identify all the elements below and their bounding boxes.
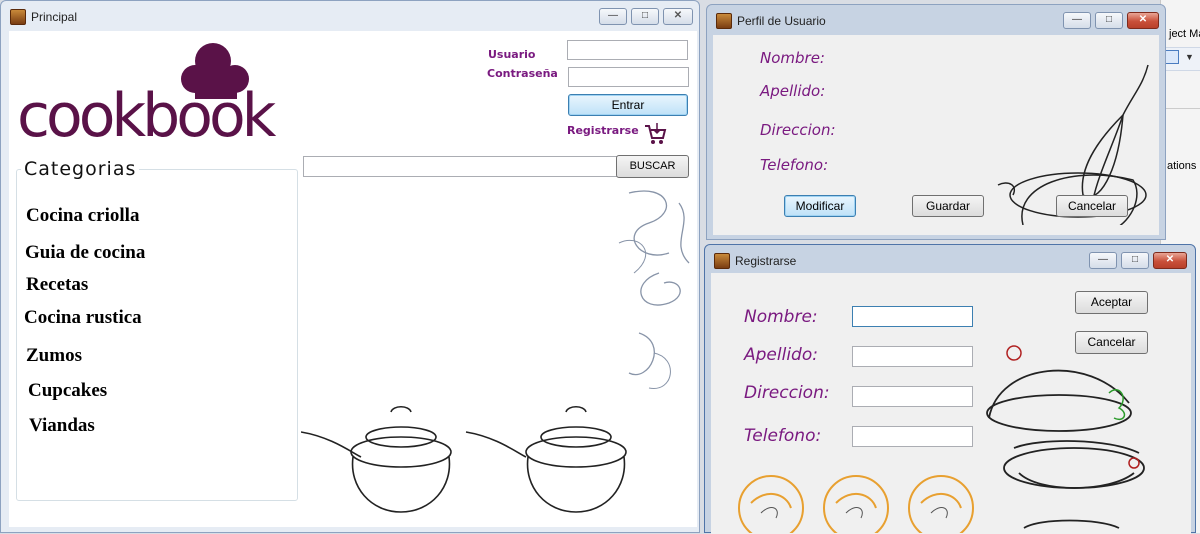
nombre-label: Nombre: (760, 49, 825, 67)
maximize-button[interactable]: □ (631, 8, 659, 25)
cancelar-button[interactable]: Cancelar (1056, 195, 1128, 217)
guardar-button[interactable]: Guardar (912, 195, 984, 217)
window-title: Perfil de Usuario (737, 14, 826, 28)
principal-window: Principal — □ ✕ cookbook Usuario Contras… (0, 0, 700, 533)
shopping-cart-icon[interactable] (642, 121, 668, 147)
aceptar-button[interactable]: Aceptar (1075, 291, 1148, 314)
category-item[interactable]: Recetas (26, 274, 88, 296)
close-button[interactable]: ✕ (1153, 252, 1187, 269)
minimize-button[interactable]: — (1089, 252, 1117, 269)
close-button[interactable]: ✕ (663, 8, 693, 25)
direccion-label: Direccion: (744, 383, 830, 403)
title-bar[interactable]: Perfil de Usuario — □ ✕ (707, 5, 1165, 35)
maximize-button[interactable]: □ (1095, 12, 1123, 29)
telefono-input[interactable] (852, 426, 973, 447)
citrus-illustration (738, 475, 974, 533)
modificar-button[interactable]: Modificar (784, 195, 856, 217)
categories-title: Categorias (21, 158, 140, 180)
close-button[interactable]: ✕ (1127, 12, 1159, 29)
app-icon (716, 13, 732, 29)
pan-illustration (986, 345, 1145, 529)
cookbook-logo: cookbook (17, 81, 276, 151)
minimize-button[interactable]: — (599, 8, 627, 25)
password-label: Contraseña (487, 67, 558, 80)
toolbar-icon (1165, 50, 1179, 64)
cooking-pots-illustration (301, 405, 627, 513)
divider (1161, 108, 1200, 109)
category-item[interactable]: Cupcakes (28, 380, 107, 402)
telefono-label: Telefono: (744, 426, 822, 446)
category-item[interactable]: Viandas (29, 415, 95, 437)
apellido-label: Apellido: (744, 345, 818, 365)
window-title: Registrarse (735, 254, 797, 268)
usuario-input[interactable] (567, 40, 688, 60)
category-item[interactable]: Zumos (26, 345, 82, 367)
direccion-label: Direccion: (760, 121, 836, 139)
apellido-label: Apellido: (760, 82, 826, 100)
direccion-input[interactable] (852, 386, 973, 407)
usuario-label: Usuario (488, 48, 536, 61)
perfil-window: Perfil de Usuario — □ ✕ Nombre: Apellido… (706, 4, 1166, 240)
maximize-button[interactable]: □ (1121, 252, 1149, 269)
nombre-label: Nombre: (744, 307, 818, 327)
registro-client-area: Nombre: Apellido: Direccion: Telefono: A… (711, 273, 1191, 534)
buscar-button[interactable]: BUSCAR (616, 155, 689, 178)
steam-illustration (618, 190, 690, 389)
telefono-label: Telefono: (760, 156, 829, 174)
registro-window: Registrarse — □ ✕ Nombre: Apellido: Dire… (704, 244, 1196, 534)
category-item[interactable]: Guia de cocina (25, 242, 145, 264)
category-item[interactable]: Cocina rustica (24, 307, 142, 329)
minimize-button[interactable]: — (1063, 12, 1091, 29)
app-icon (10, 9, 26, 25)
title-bar[interactable]: Registrarse — □ ✕ (705, 245, 1195, 275)
title-bar[interactable]: Principal — □ ✕ (1, 1, 699, 31)
search-input[interactable] (303, 156, 618, 177)
password-input[interactable] (568, 67, 689, 87)
background-app-menu-text: ject Ma (1169, 28, 1200, 40)
window-title: Principal (31, 10, 78, 24)
apellido-input[interactable] (852, 346, 973, 367)
dropdown-arrow-icon: ▼ (1185, 52, 1194, 62)
category-item[interactable]: Cocina criolla (26, 205, 139, 227)
background-app-list-text: ations (1167, 160, 1197, 172)
entrar-button[interactable]: Entrar (568, 94, 688, 116)
app-icon (714, 253, 730, 269)
nombre-input[interactable] (852, 306, 973, 327)
principal-client-area: cookbook Usuario Contraseña Entrar Regis… (9, 31, 697, 527)
registrarse-link[interactable]: Registrarse (567, 124, 639, 137)
perfil-client-area: Nombre: Apellido: Direccion: Telefono: M… (713, 35, 1159, 235)
